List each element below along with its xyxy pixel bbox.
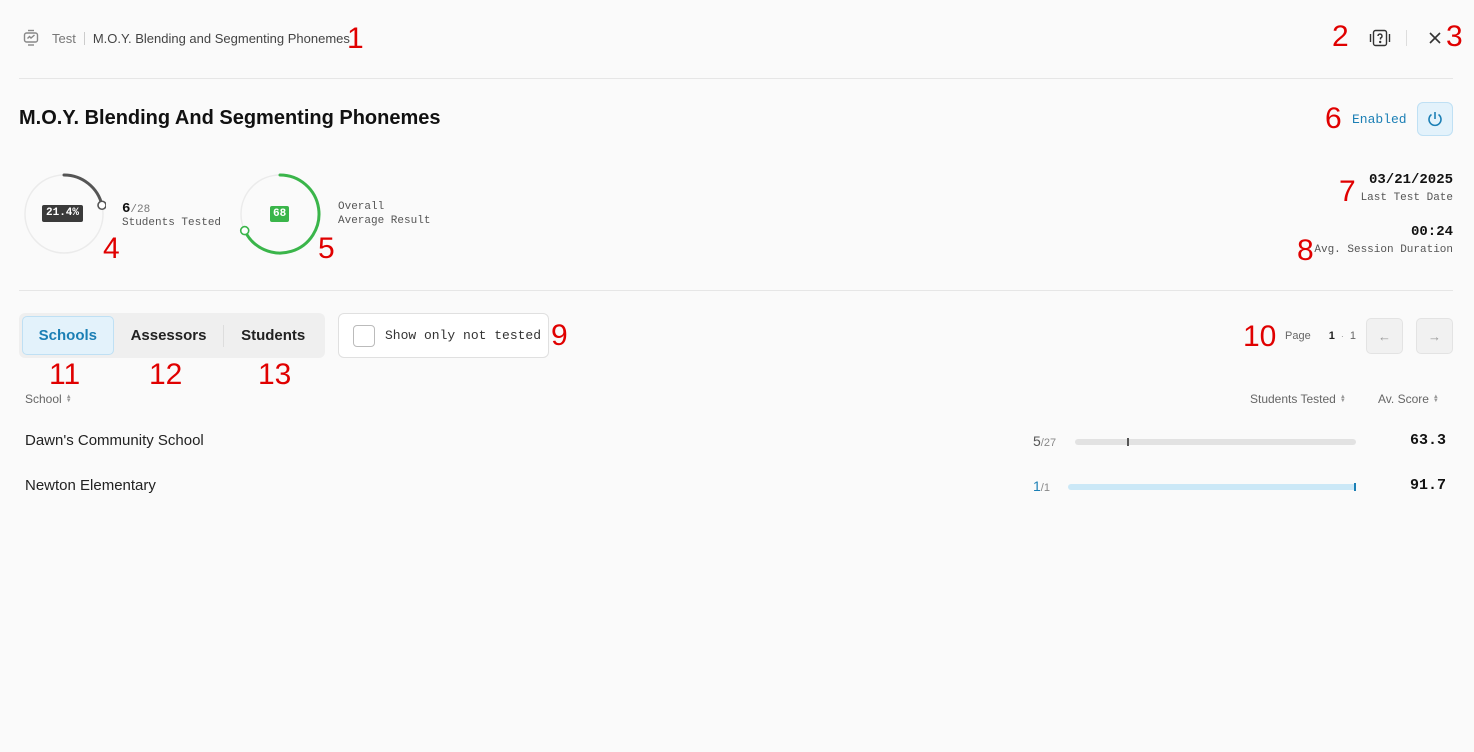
annotation-5: 5 [318,232,335,265]
last-test-date: 03/21/2025 [1368,172,1453,188]
annotation-10: 10 [1243,320,1277,353]
tested-total: /1 [1040,482,1050,494]
page-title: M.O.Y. Blending And Segmenting Phonemes [19,107,441,129]
tab-assessors[interactable]: Assessors [114,316,224,355]
annotation-3: 3 [1446,20,1463,53]
avg-session-duration-label: Avg. Session Duration [1314,244,1453,256]
table-row-score: 91.7 [1409,477,1446,494]
average-result-badge: 68 [270,206,290,222]
table-row-school-name[interactable]: Dawn's Community School [25,432,204,449]
show-not-tested-filter[interactable]: Show only not tested [338,313,549,358]
test-icon [22,29,40,47]
table-row-school-name[interactable]: Newton Elementary [25,477,156,494]
help-icon [1369,29,1391,47]
pager: Page 1 · 1 [1285,329,1356,343]
arrow-right-icon: → [1428,328,1441,344]
annotation-9: 9 [551,319,568,352]
power-icon [1428,112,1442,127]
tested-value: 5 [1033,433,1041,449]
tab-students[interactable]: Students [224,316,322,355]
show-not-tested-label: Show only not tested [385,328,542,343]
annotation-11: 11 [49,358,81,391]
column-header-av-score-label: Av. Score [1378,392,1429,406]
annotation-1: 1 [347,22,364,55]
tested-label: Students Tested [122,217,222,229]
annotation-4: 4 [103,232,120,265]
pager-current: 1 [1328,330,1335,342]
annotation-8: 8 [1297,234,1314,267]
pager-dot: · [1340,331,1344,341]
annotation-13: 13 [258,358,292,391]
tab-schools[interactable]: Schools [22,316,114,355]
column-header-students-tested-label: Students Tested [1250,392,1336,406]
close-icon [1429,32,1441,44]
breadcrumb-item-current: M.O.Y. Blending and Segmenting Phonemes [92,30,350,46]
table-row-tested-count: 5/27 [1033,433,1056,449]
avg-session-duration: 00:24 [1410,224,1453,240]
previous-page-button[interactable]: ← [1366,318,1403,354]
tested-progress-bar [1075,438,1356,446]
stats-divider-line [19,290,1453,291]
tested-progress-marker [1354,483,1356,491]
header-divider-line [19,78,1453,79]
sort-icon: ▲ ▼ [65,394,72,404]
column-header-av-score[interactable]: Av. Score ▲ ▼ [1378,392,1439,406]
help-button[interactable] [1367,26,1393,50]
breadcrumb: Test M.O.Y. Blending and Segmenting Phon… [22,29,350,47]
column-header-school[interactable]: School ▲ ▼ [25,392,72,406]
tested-total: /27 [1040,437,1057,449]
tested-percent-badge: 21.4% [42,205,84,222]
table-row-tested-count: 1/1 [1033,478,1050,494]
tested-progress-ring: 21.4% [22,172,107,256]
tested-count: 6/28 [122,199,150,217]
last-test-date-label: Last Test Date [1360,192,1453,204]
tested-progress-fill [1068,484,1356,490]
average-label-line2: Average Result [338,215,431,227]
breadcrumb-item-test[interactable]: Test [52,31,76,46]
sort-icon: ▲ ▼ [1339,394,1346,404]
table-row-score: 63.3 [1409,432,1446,449]
pager-label: Page [1285,330,1311,342]
show-not-tested-checkbox[interactable] [353,324,375,347]
average-result-ring: 68 [238,172,322,256]
column-header-school-label: School [25,392,62,406]
header-divider [1406,30,1407,46]
annotation-7: 7 [1339,175,1356,208]
tested-progress-marker [1127,438,1129,446]
arrow-left-icon: ← [1378,328,1391,344]
next-page-button[interactable]: → [1416,318,1453,354]
view-tabs: Schools Assessors Students [19,313,325,358]
status-label: Enabled [1352,112,1407,127]
average-label-line1: Overall [338,201,385,213]
tested-progress-fill [1075,439,1127,445]
annotation-6: 6 [1325,102,1342,135]
tested-value: 1 [1033,478,1041,494]
close-button[interactable] [1424,27,1446,49]
column-header-students-tested[interactable]: Students Tested ▲ ▼ [1250,392,1346,406]
power-toggle-button[interactable] [1417,102,1453,136]
breadcrumb-separator [83,31,85,45]
tested-count-total: /28 [130,204,151,216]
annotation-12: 12 [149,358,183,391]
pager-total: 1 [1349,330,1356,342]
tested-progress-bar [1068,483,1356,491]
annotation-2: 2 [1332,20,1349,53]
sort-icon: ▲ ▼ [1432,394,1439,404]
